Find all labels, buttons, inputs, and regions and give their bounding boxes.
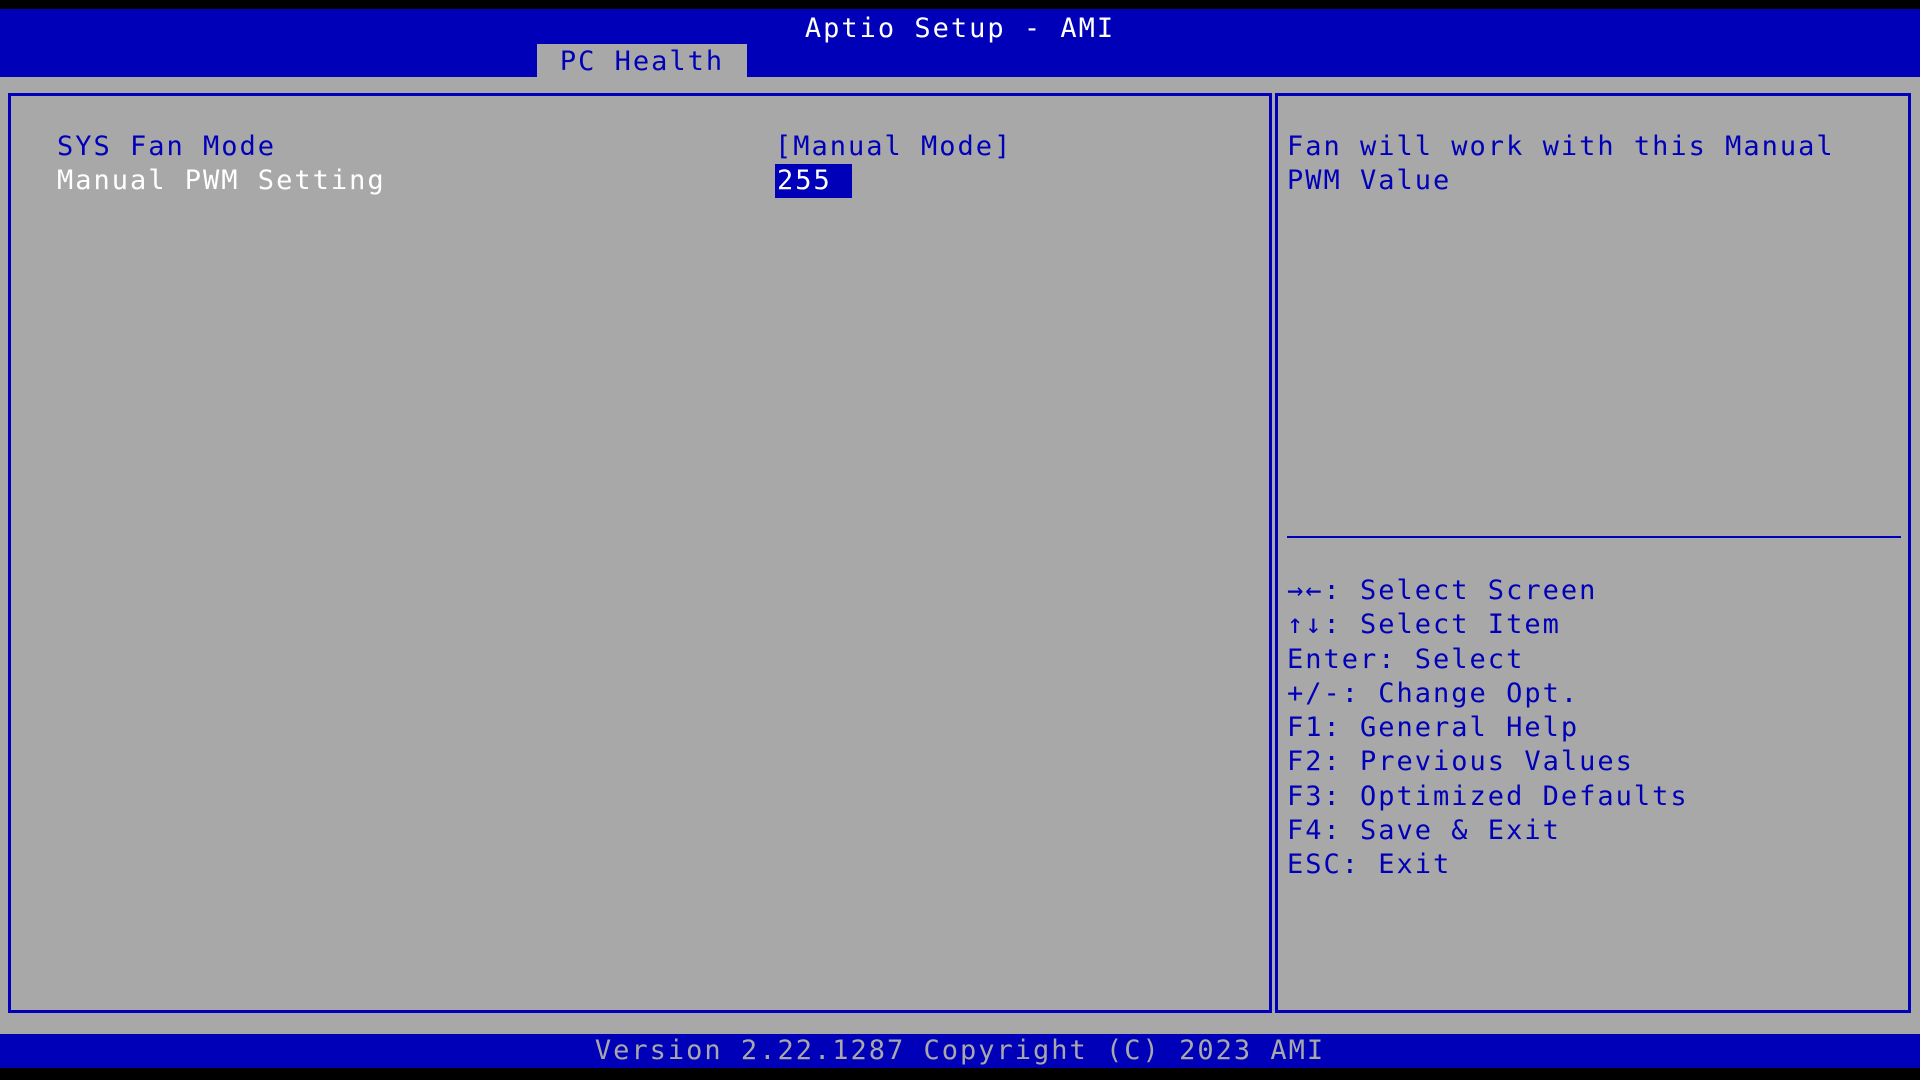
- settings-panel: SYS Fan Mode [Manual Mode] Manual PWM Se…: [8, 93, 1272, 1013]
- key-hint-enter: Enter: Select: [1287, 643, 1525, 675]
- help-divider: [1287, 536, 1901, 538]
- setting-row-sys-fan-mode[interactable]: SYS Fan Mode [Manual Mode]: [11, 130, 1269, 164]
- key-hint-f4: F4: Save & Exit: [1287, 815, 1561, 847]
- setting-value-manual-pwm-input[interactable]: 255: [775, 164, 852, 198]
- key-hint-select-screen: →←: Select Screen: [1287, 575, 1598, 606]
- key-hint-select-item: ↑↓: Select Item: [1287, 609, 1561, 641]
- key-hint-f2: F2: Previous Values: [1287, 746, 1634, 778]
- key-hint-f1: F1: General Help: [1287, 712, 1580, 744]
- tab-pc-health[interactable]: PC Health: [537, 44, 747, 77]
- setting-label-sys-fan-mode: SYS Fan Mode: [57, 131, 277, 162]
- key-hint-esc: ESC: Exit: [1287, 849, 1452, 881]
- setting-value-sys-fan-mode[interactable]: [Manual Mode]: [775, 130, 1012, 164]
- setting-label-manual-pwm: Manual PWM Setting: [57, 165, 386, 196]
- bios-screen: Aptio Setup - AMI PC Health SYS Fan Mode…: [0, 0, 1920, 1080]
- help-panel: Fan will work with this Manual PWM Value…: [1275, 93, 1911, 1013]
- key-legend: →←: Select Screen ↑↓: Select Item Enter:…: [1287, 574, 1689, 883]
- key-hint-change-opt: +/-: Change Opt.: [1287, 677, 1580, 709]
- app-title: Aptio Setup - AMI: [804, 13, 1116, 44]
- version-footer: Version 2.22.1287 Copyright (C) 2023 AMI: [0, 1034, 1920, 1068]
- key-hint-f3: F3: Optimized Defaults: [1287, 780, 1689, 812]
- main-area: SYS Fan Mode [Manual Mode] Manual PWM Se…: [0, 77, 1920, 1034]
- help-description: Fan will work with this Manual PWM Value: [1287, 131, 1853, 196]
- setting-row-manual-pwm[interactable]: Manual PWM Setting 255: [11, 164, 1269, 198]
- header-bar: Aptio Setup - AMI PC Health: [0, 9, 1920, 77]
